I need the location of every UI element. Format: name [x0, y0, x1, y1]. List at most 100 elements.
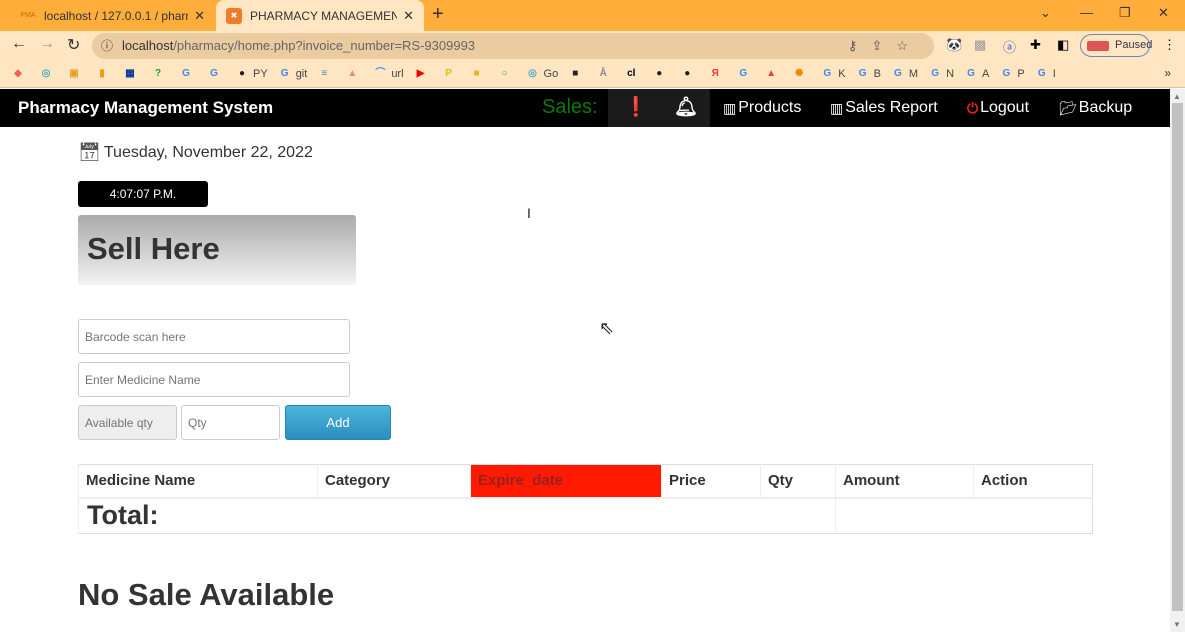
new-tab-button[interactable]: +	[432, 3, 444, 26]
extension-a-icon[interactable]: ⓐ	[1003, 37, 1016, 56]
bookmark-item[interactable]: GN	[928, 67, 954, 81]
close-window-button[interactable]: ✕	[1158, 5, 1169, 21]
bookmark-item[interactable]: G	[736, 67, 754, 81]
column-medicine-name: Medicine Name	[78, 464, 318, 499]
total-label: Total:	[78, 497, 836, 534]
add-button[interactable]: Add	[285, 405, 391, 440]
table-header-row: Medicine Name Category Expire_date Price…	[78, 464, 1093, 499]
tab-pharmacy[interactable]: ✖ PHARMACY MANAGEMENT SYST ✕	[216, 0, 424, 31]
bookmark-favicon-icon: G	[739, 67, 748, 79]
bookmark-favicon-icon: ≡	[321, 67, 328, 79]
bookmark-favicon-icon: ⌒	[375, 67, 386, 79]
side-panel-icon[interactable]: ◧	[1057, 37, 1069, 53]
profile-button[interactable]: Paused	[1080, 34, 1153, 57]
address-bar[interactable]: ⓘ localhost/pharmacy/home.php?invoice_nu…	[92, 33, 934, 59]
bookmark-item[interactable]: ▦	[123, 67, 141, 81]
tab-search-icon[interactable]: ⌄	[1040, 5, 1051, 21]
brand-title[interactable]: Pharmacy Management System	[18, 98, 273, 118]
pma-favicon-icon: PMA	[20, 11, 36, 19]
bookmark-favicon-icon: Å	[599, 67, 607, 79]
bookmark-favicon-icon: Я	[711, 67, 719, 79]
tab-phpmyadmin[interactable]: PMA localhost / 127.0.0.1 / pharmacy ✕	[10, 0, 215, 31]
bell-icon[interactable]: 🔔︎	[674, 95, 698, 119]
bookmark-item[interactable]: ● PY	[235, 67, 268, 81]
extension-icon[interactable]: ▩	[974, 37, 986, 53]
key-icon[interactable]: ⚷	[848, 38, 872, 53]
scrollbar-thumb[interactable]	[1172, 103, 1183, 611]
backup-link[interactable]: 📂︎ Backup	[1059, 99, 1132, 117]
bookmark-item[interactable]: G	[207, 67, 225, 81]
bookmark-favicon-icon: ✺	[795, 67, 804, 79]
restore-button[interactable]: ❐	[1119, 5, 1131, 21]
bookmark-item[interactable]: cl	[624, 67, 642, 81]
back-icon[interactable]: ←	[11, 35, 27, 53]
bookmark-favicon-icon: ?	[154, 67, 162, 79]
bookmark-item[interactable]: ○	[498, 67, 516, 81]
medicine-name-input[interactable]	[78, 362, 350, 397]
bookmark-item[interactable]: G	[179, 67, 197, 81]
bookmark-favicon-icon: ▮	[99, 67, 105, 79]
bookmark-item[interactable]: Ggit	[278, 67, 308, 81]
more-bookmarks-icon[interactable]: »	[1164, 66, 1171, 80]
sales-report-link[interactable]: ▥ Sales Report	[830, 99, 938, 117]
forward-icon[interactable]: →	[39, 35, 55, 53]
products-link[interactable]: ▥ Products	[723, 99, 801, 117]
bookmark-item[interactable]: ✺	[792, 67, 810, 81]
bookmark-item[interactable]: Я	[708, 67, 726, 81]
share-icon[interactable]: ⇪	[871, 38, 896, 53]
bookmark-item[interactable]: ■	[568, 67, 586, 81]
bookmark-item[interactable]: ▲	[764, 67, 782, 81]
puzzle-extensions-icon[interactable]: ✚	[1030, 37, 1041, 53]
minimize-button[interactable]: —	[1080, 5, 1093, 20]
bookmark-item[interactable]: ●	[652, 67, 670, 81]
panda-extension-icon[interactable]: 🐼	[946, 37, 962, 53]
reload-icon[interactable]: ↻	[67, 35, 80, 55]
bookmark-label: PY	[253, 67, 268, 80]
profile-status: Paused	[1115, 39, 1153, 51]
bookmark-favicon-icon: G	[894, 67, 902, 79]
site-info-icon[interactable]: ⓘ	[101, 33, 113, 59]
bookmark-item[interactable]: GA	[964, 67, 989, 81]
bookmark-item[interactable]: ▣	[67, 67, 85, 81]
bookmark-item[interactable]: ≡	[317, 67, 335, 81]
close-tab-icon[interactable]: ✕	[403, 8, 414, 24]
bookmark-item[interactable]: GI	[1035, 67, 1056, 81]
bookmark-item[interactable]: GB	[856, 67, 881, 81]
alert-icon[interactable]: ❗	[624, 95, 648, 119]
mouse-pointer-icon: ⇖	[599, 318, 615, 338]
bookmark-favicon-icon: ●	[656, 67, 663, 79]
bookmark-item[interactable]: ◆	[11, 67, 29, 81]
bookmark-item[interactable]: ■	[470, 67, 488, 81]
browser-tab-bar: PMA localhost / 127.0.0.1 / pharmacy ✕ ✖…	[0, 0, 1185, 31]
bookmark-item[interactable]: ●	[680, 67, 698, 81]
bookmark-item[interactable]: GP	[999, 67, 1025, 81]
bookmark-favicon-icon: ●	[684, 67, 691, 79]
bookmark-item[interactable]: ▲	[345, 67, 363, 81]
column-amount: Amount	[835, 464, 974, 499]
bookmark-item[interactable]: ▶	[414, 67, 432, 81]
bookmark-item[interactable]: ◎	[39, 67, 57, 81]
bookmark-item[interactable]: P	[442, 67, 460, 81]
menu-icon[interactable]: ⋮	[1163, 37, 1176, 53]
calendar-icon: 📅︎	[78, 142, 101, 162]
scrollbar[interactable]: ▲ ▼	[1170, 89, 1185, 632]
bookmark-item[interactable]: ?	[151, 67, 169, 81]
bookmark-item[interactable]: GM	[891, 67, 918, 81]
bookmark-favicon-icon: G	[182, 67, 190, 79]
bookmark-label: I	[1052, 67, 1056, 80]
bookmark-item[interactable]: Å	[596, 67, 614, 81]
star-icon[interactable]: ☆	[896, 38, 922, 53]
qty-input[interactable]	[181, 405, 280, 440]
bookmark-item[interactable]: ◎ Go	[526, 67, 558, 81]
bookmark-favicon-icon: ▶	[416, 67, 425, 79]
bookmark-item[interactable]: ⌒ url	[373, 67, 403, 81]
bookmark-item[interactable]: GK	[820, 67, 845, 81]
bookmark-item[interactable]: ▮	[95, 67, 113, 81]
bookmark-favicon-icon: G	[931, 67, 939, 79]
barcode-input[interactable]	[78, 319, 350, 354]
bookmark-favicon-icon: ■	[473, 67, 480, 79]
bookmark-favicon-icon: G	[967, 67, 975, 79]
logout-link[interactable]: ⏻ Logout	[967, 99, 1029, 117]
close-tab-icon[interactable]: ✕	[194, 8, 205, 24]
bookmark-label: url	[391, 67, 404, 80]
